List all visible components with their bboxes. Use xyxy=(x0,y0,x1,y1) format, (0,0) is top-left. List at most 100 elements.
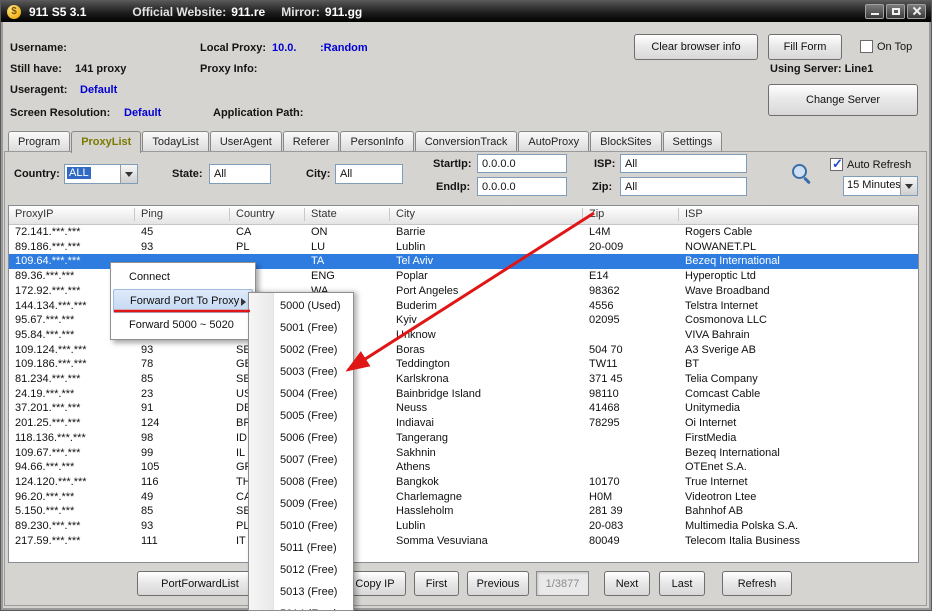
port-option-5002[interactable]: 5002 (Free) xyxy=(249,339,353,361)
cell: Hassleholm xyxy=(396,505,453,518)
cell: 93 xyxy=(141,241,153,254)
table-row[interactable]: 94.66.***.***105GRAthensOTEnet S.A. xyxy=(9,460,918,475)
port-option-5001[interactable]: 5001 (Free) xyxy=(249,317,353,339)
clear-browser-info-button[interactable]: Clear browser info xyxy=(634,34,758,60)
table-row[interactable]: 109.186.***.***78GBTeddingtonTW11BT xyxy=(9,357,918,372)
cell: 78 xyxy=(141,358,153,371)
state-input[interactable] xyxy=(209,164,271,184)
cell: 95.84.***.*** xyxy=(15,329,74,342)
zip-input[interactable] xyxy=(620,177,747,196)
port-option-5012[interactable]: 5012 (Free) xyxy=(249,559,353,581)
local-proxy-mode[interactable]: :Random xyxy=(320,42,368,54)
change-server-button[interactable]: Change Server xyxy=(768,84,918,116)
port-option-5000[interactable]: 5000 (Used) xyxy=(249,295,353,317)
tab-referer[interactable]: Referer xyxy=(283,131,340,151)
last-button[interactable]: Last xyxy=(659,571,705,596)
table-row[interactable]: 89.230.***.***93PLLublin20-083Multimedia… xyxy=(9,519,918,534)
table-row[interactable]: 109.67.***.***99ILSakhninBezeq Internati… xyxy=(9,446,918,461)
country-select[interactable]: ALL xyxy=(64,164,138,184)
close-button[interactable] xyxy=(907,4,926,19)
on-top-checkbox[interactable] xyxy=(860,40,873,53)
port-option-5004[interactable]: 5004 (Free) xyxy=(249,383,353,405)
context-menu: ConnectForward Port To ProxyForward 5000… xyxy=(110,262,256,340)
screen-resolution-value[interactable]: Default xyxy=(124,107,161,119)
cell: 4556 xyxy=(589,300,613,313)
tab-settings[interactable]: Settings xyxy=(663,131,723,151)
maximize-button[interactable] xyxy=(886,4,905,19)
cell: Bahnhof AB xyxy=(685,505,743,518)
table-row[interactable]: 96.20.***.***49CACharlemagneH0MVideotron… xyxy=(9,490,918,505)
tab-personinfo[interactable]: PersonInfo xyxy=(340,131,413,151)
useragent-value[interactable]: Default xyxy=(80,84,117,96)
cell: 45 xyxy=(141,226,153,239)
app-title: 911 S5 3.1 xyxy=(29,5,86,19)
cell: Poplar xyxy=(396,270,428,283)
port-option-5010[interactable]: 5010 (Free) xyxy=(249,515,353,537)
port-option-5013[interactable]: 5013 (Free) xyxy=(249,581,353,603)
cell: 98110 xyxy=(589,388,619,401)
table-row[interactable]: 89.186.***.***93PLLULublin20-009NOWANET.… xyxy=(9,240,918,255)
column-header-isp[interactable]: ISP xyxy=(685,208,703,220)
isp-input[interactable] xyxy=(620,154,747,173)
port-option-5006[interactable]: 5006 (Free) xyxy=(249,427,353,449)
minimize-button[interactable] xyxy=(865,4,884,19)
first-button[interactable]: First xyxy=(414,571,459,596)
table-row[interactable]: 5.150.***.***85SEHassleholm281 39Bahnhof… xyxy=(9,504,918,519)
cell: VIVA Bahrain xyxy=(685,329,750,342)
table-row[interactable]: 24.19.***.***23USBainbridge Island98110C… xyxy=(9,387,918,402)
cell: ON xyxy=(311,226,328,239)
tab-useragent[interactable]: UserAgent xyxy=(210,131,282,151)
table-row[interactable]: 81.234.***.***85SEKarlskrona371 45Telia … xyxy=(9,372,918,387)
column-header-zip[interactable]: Zip xyxy=(589,208,604,220)
table-row[interactable]: 72.141.***.***45CAONBarrieL4MRogers Cabl… xyxy=(9,225,918,240)
table-row[interactable]: 217.59.***.***111ITSomma Vesuviana80049T… xyxy=(9,534,918,549)
table-row[interactable]: 201.25.***.***124BRIndiavai78295Oi Inter… xyxy=(9,416,918,431)
tab-proxylist[interactable]: ProxyList xyxy=(71,131,141,153)
search-icon[interactable] xyxy=(789,161,813,185)
column-separator xyxy=(304,208,305,221)
interval-dropdown-arrow-icon[interactable] xyxy=(900,177,917,195)
tab-conversiontrack[interactable]: ConversionTrack xyxy=(415,131,518,151)
table-row[interactable]: 109.124.***.***93SEBoras504 70A3 Sverige… xyxy=(9,343,918,358)
tab-autoproxy[interactable]: AutoProxy xyxy=(518,131,589,151)
auto-refresh-checkbox[interactable] xyxy=(830,158,843,171)
endip-input[interactable] xyxy=(477,177,567,196)
refresh-interval-select[interactable]: 15 Minutes xyxy=(843,176,918,196)
tab-todaylist[interactable]: TodayList xyxy=(142,131,208,151)
refresh-interval-value: 15 Minutes xyxy=(847,179,901,191)
previous-button[interactable]: Previous xyxy=(467,571,529,596)
port-option-5014[interactable]: 5014 (Free) xyxy=(249,603,353,611)
column-header-ping[interactable]: Ping xyxy=(141,208,163,220)
context-menu-item-forward-5000-5020[interactable]: Forward 5000 ~ 5020 xyxy=(113,313,253,337)
tab-blocksites[interactable]: BlockSites xyxy=(590,131,661,151)
tab-program[interactable]: Program xyxy=(8,131,70,151)
city-input[interactable] xyxy=(335,164,403,184)
fill-form-button[interactable]: Fill Form xyxy=(768,34,842,60)
country-dropdown-arrow-icon[interactable] xyxy=(120,165,137,183)
app-icon: $ xyxy=(7,5,21,19)
cell: Unitymedia xyxy=(685,402,740,415)
column-header-country[interactable]: Country xyxy=(236,208,275,220)
next-button[interactable]: Next xyxy=(604,571,650,596)
cell: Port Angeles xyxy=(396,285,458,298)
column-header-proxyip[interactable]: ProxyIP xyxy=(15,208,54,220)
table-row[interactable]: 118.136.***.***98IDTangerangFirstMedia xyxy=(9,431,918,446)
port-option-5005[interactable]: 5005 (Free) xyxy=(249,405,353,427)
port-option-5008[interactable]: 5008 (Free) xyxy=(249,471,353,493)
startip-input[interactable] xyxy=(477,154,567,173)
column-header-city[interactable]: City xyxy=(396,208,415,220)
local-proxy-value[interactable]: 10.0. xyxy=(272,42,296,54)
port-option-5009[interactable]: 5009 (Free) xyxy=(249,493,353,515)
cell: 99 xyxy=(141,447,153,460)
close-icon xyxy=(912,6,922,16)
table-row[interactable]: 37.201.***.***91DENeuss41468Unitymedia xyxy=(9,401,918,416)
portforwardlist-button[interactable]: PortForwardList xyxy=(137,571,263,596)
refresh-button[interactable]: Refresh xyxy=(722,571,792,596)
context-menu-item-forward-port-to-proxy[interactable]: Forward Port To Proxy xyxy=(113,289,253,313)
port-option-5011[interactable]: 5011 (Free) xyxy=(249,537,353,559)
port-option-5007[interactable]: 5007 (Free) xyxy=(249,449,353,471)
table-row[interactable]: 124.120.***.***116THBangkok10170True Int… xyxy=(9,475,918,490)
context-menu-item-connect[interactable]: Connect xyxy=(113,265,253,289)
port-option-5003[interactable]: 5003 (Free) xyxy=(249,361,353,383)
column-header-state[interactable]: State xyxy=(311,208,337,220)
